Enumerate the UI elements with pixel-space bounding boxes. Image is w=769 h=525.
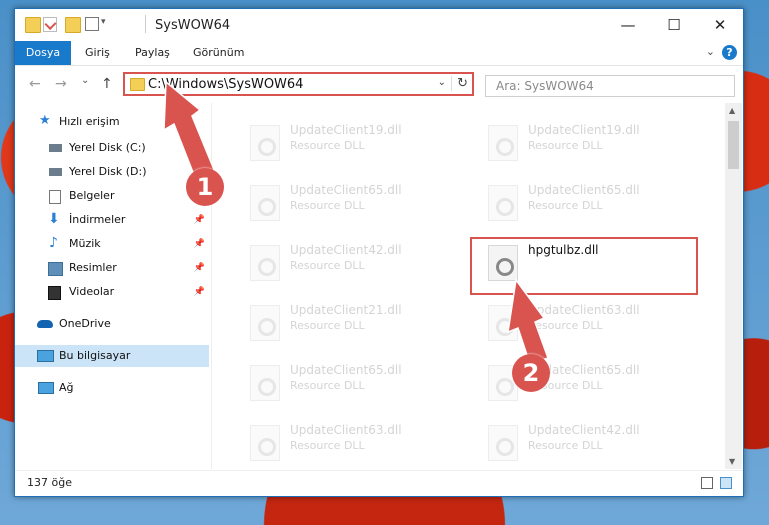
arrow-2-icon xyxy=(507,278,549,365)
arrow-1-icon xyxy=(163,80,216,181)
step-1-badge: 1 xyxy=(186,168,224,206)
annotation-arrows xyxy=(163,80,549,365)
step-2-badge: 2 xyxy=(512,354,550,392)
